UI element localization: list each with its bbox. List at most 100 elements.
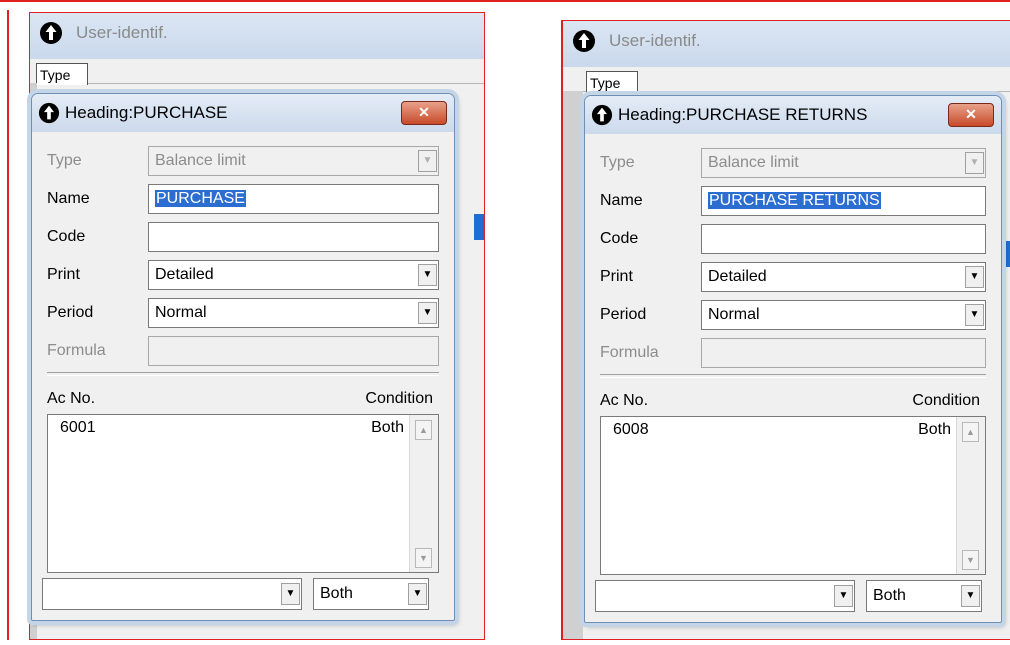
left-condition-combo-value: Both (320, 585, 353, 602)
close-icon: ✕ (418, 104, 430, 120)
left-close-button[interactable]: ✕ (401, 101, 447, 125)
chevron-down-icon[interactable]: ▼ (281, 583, 300, 605)
left-period-label: Period (47, 304, 94, 321)
right-dialog-title: Heading:PURCHASE RETURNS (618, 105, 868, 124)
chevron-down-icon[interactable]: ▼ (834, 585, 853, 607)
scroll-up-icon[interactable]: ▲ (415, 420, 432, 440)
left-print-label: Print (47, 266, 80, 283)
red-frame-left-bottom (29, 639, 485, 640)
left-dialog-title: Heading:PURCHASE (65, 103, 228, 122)
left-type-value: Balance limit (155, 152, 246, 169)
right-type-label: Type (600, 154, 635, 171)
right-formula-input (701, 338, 986, 368)
left-condition-combo[interactable]: Both ▼ (313, 578, 429, 610)
right-code-input[interactable] (701, 224, 986, 254)
chevron-down-icon[interactable]: ▼ (961, 585, 980, 607)
right-type-value: Balance limit (708, 154, 799, 171)
right-type-select: Balance limit ▼ (701, 148, 986, 178)
red-frame-left-right (484, 12, 485, 640)
right-background-window-titlebar: User-identif. (563, 21, 1010, 67)
left-print-select[interactable]: Detailed ▼ (148, 260, 439, 290)
left-code-input[interactable] (148, 222, 439, 252)
left-list-condition: Both (371, 419, 404, 436)
left-dialog-body: Type Balance limit ▼ Name PURCHASE Code … (39, 132, 447, 613)
right-heading-dialog: Heading:PURCHASE RETURNS ✕ Type Balance … (584, 95, 1002, 623)
red-frame-top (0, 0, 1010, 2)
red-frame-left-outer (7, 10, 9, 640)
left-acno-header: Ac No. (47, 390, 96, 407)
right-period-label: Period (600, 306, 647, 323)
left-condition-header: Condition (365, 390, 433, 407)
scroll-down-icon[interactable]: ▼ (415, 548, 432, 568)
left-period-value: Normal (155, 304, 207, 321)
left-name-label: Name (47, 190, 90, 207)
list-item[interactable]: 6001 Both (48, 419, 408, 441)
chevron-down-icon[interactable]: ▼ (965, 304, 984, 326)
chevron-down-icon[interactable]: ▼ (418, 264, 437, 286)
left-heading-dialog: Heading:PURCHASE ✕ Type Balance limit ▼ … (31, 93, 455, 621)
right-print-select[interactable]: Detailed ▼ (701, 262, 986, 292)
right-condition-combo-value: Both (873, 587, 906, 604)
left-account-list[interactable]: 6001 Both ▲ ▼ (47, 414, 439, 573)
right-background-window-title: User-identif. (609, 31, 701, 50)
right-type-tab[interactable]: Type (586, 71, 638, 93)
left-period-select[interactable]: Normal ▼ (148, 298, 439, 328)
list-item[interactable]: 6008 Both (601, 421, 955, 443)
right-dialog-titlebar[interactable]: Heading:PURCHASE RETURNS ✕ (585, 96, 1001, 134)
right-name-value: PURCHASE RETURNS (708, 192, 881, 209)
right-print-value: Detailed (708, 268, 767, 285)
chevron-down-icon: ▼ (418, 150, 437, 172)
left-background-window-title: User-identif. (76, 23, 168, 42)
up-arrow-circle-icon (591, 104, 613, 126)
right-print-label: Print (600, 268, 633, 285)
right-period-select[interactable]: Normal ▼ (701, 300, 986, 330)
left-background-window-titlebar: User-identif. (30, 13, 484, 59)
right-code-label: Code (600, 230, 639, 247)
right-dialog-body: Type Balance limit ▼ Name PURCHASE RETUR… (592, 134, 994, 615)
right-period-value: Normal (708, 306, 760, 323)
right-acno-combo[interactable]: ▼ (595, 580, 855, 612)
right-tab-strip: Type (563, 67, 1010, 93)
left-separator (47, 372, 439, 376)
left-list-acno: 6001 (60, 419, 96, 436)
scroll-up-icon[interactable]: ▲ (962, 422, 979, 442)
close-icon: ✕ (965, 106, 977, 122)
right-name-input[interactable]: PURCHASE RETURNS (701, 186, 986, 216)
chevron-down-icon: ▼ (965, 152, 984, 174)
chevron-down-icon[interactable]: ▼ (965, 266, 984, 288)
right-list-acno: 6008 (613, 421, 649, 438)
left-type-label: Type (47, 152, 82, 169)
chevron-down-icon[interactable]: ▼ (418, 302, 437, 324)
left-tab-strip: Type (30, 59, 484, 85)
right-name-label: Name (600, 192, 643, 209)
right-account-list[interactable]: 6008 Both ▲ ▼ (600, 416, 986, 575)
right-condition-header: Condition (912, 392, 980, 409)
scroll-down-icon[interactable]: ▼ (962, 550, 979, 570)
left-code-label: Code (47, 228, 86, 245)
right-acno-header: Ac No. (600, 392, 649, 409)
red-frame-right-bottom (561, 639, 1010, 640)
left-name-input[interactable]: PURCHASE (148, 184, 439, 214)
right-panel-side-bar (563, 91, 583, 639)
up-arrow-circle-icon (573, 30, 595, 52)
left-list-scrollbar[interactable]: ▲ ▼ (409, 415, 438, 572)
up-arrow-circle-icon (40, 22, 62, 44)
left-type-select: Balance limit ▼ (148, 146, 439, 176)
right-selection-edge (1004, 241, 1010, 267)
right-list-scrollbar[interactable]: ▲ ▼ (956, 417, 985, 574)
right-formula-label: Formula (600, 344, 659, 361)
right-separator (600, 374, 986, 378)
right-list-condition: Both (918, 421, 951, 438)
right-condition-combo[interactable]: Both ▼ (866, 580, 982, 612)
left-name-value: PURCHASE (155, 190, 246, 207)
chevron-down-icon[interactable]: ▼ (408, 583, 427, 605)
right-close-button[interactable]: ✕ (948, 103, 994, 127)
left-print-value: Detailed (155, 266, 214, 283)
left-formula-input (148, 336, 439, 366)
left-selection-edge (474, 214, 484, 240)
left-dialog-titlebar[interactable]: Heading:PURCHASE ✕ (32, 94, 454, 132)
left-formula-label: Formula (47, 342, 106, 359)
left-acno-combo[interactable]: ▼ (42, 578, 302, 610)
left-type-tab[interactable]: Type (36, 63, 88, 85)
up-arrow-circle-icon (38, 102, 60, 124)
